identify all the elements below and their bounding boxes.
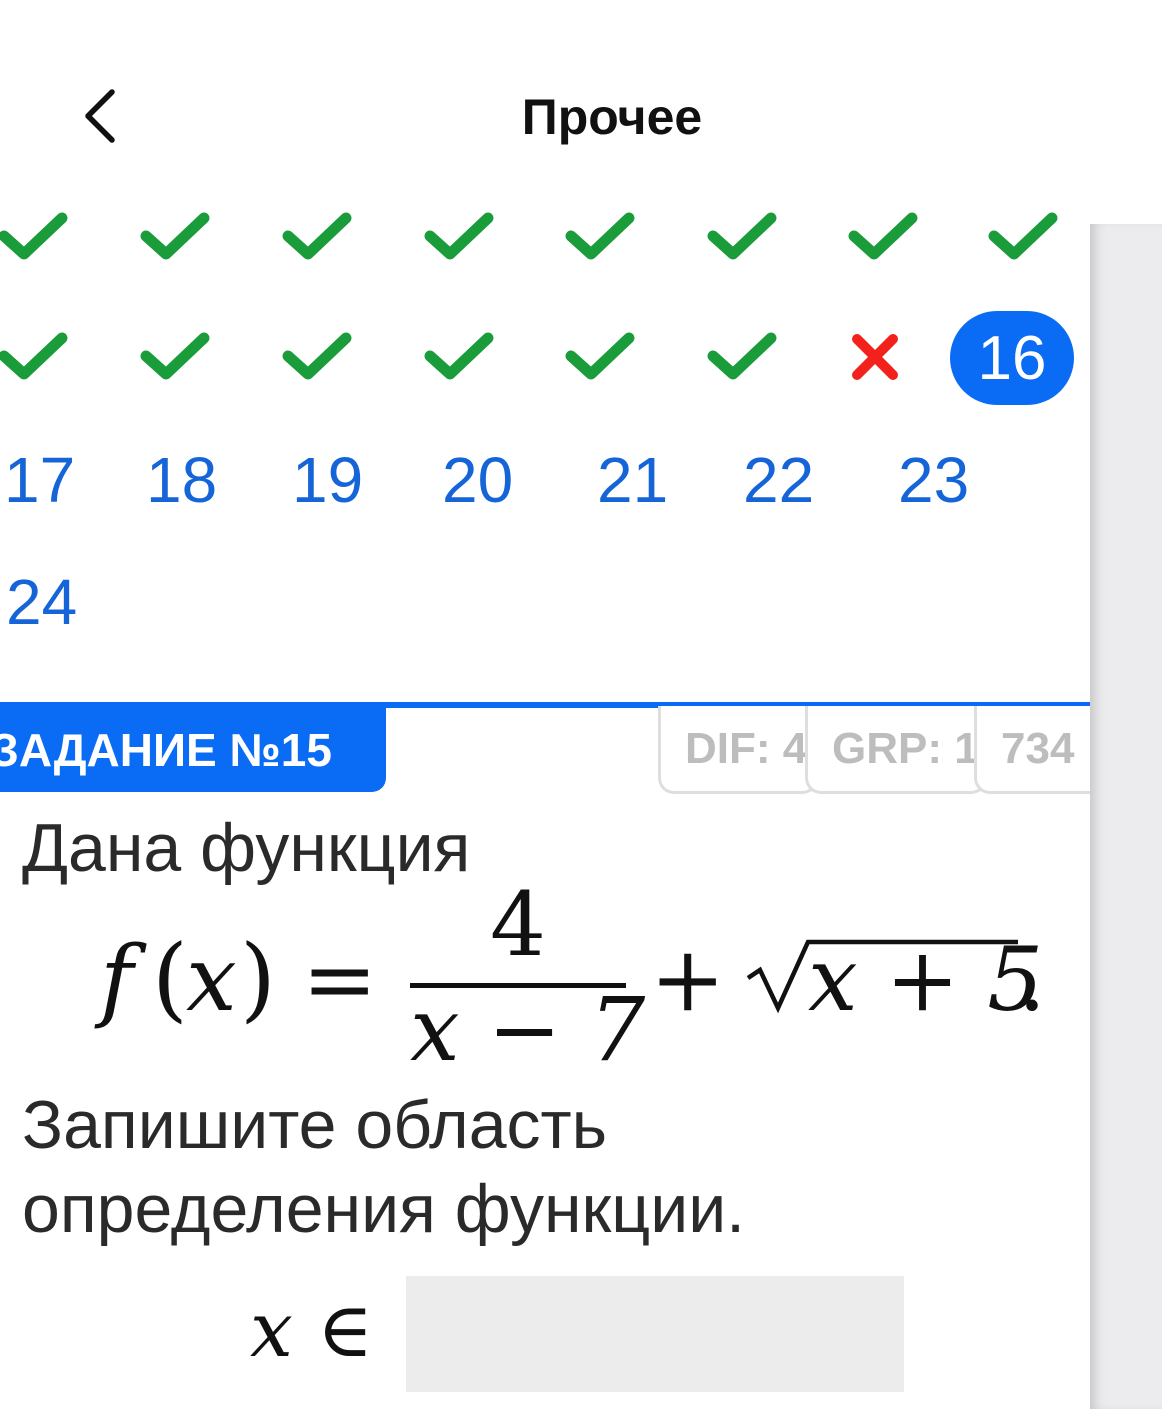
check-icon bbox=[707, 332, 777, 380]
task-cell-13[interactable] bbox=[545, 312, 655, 402]
task-cell-2[interactable] bbox=[120, 192, 230, 282]
task-cell-23[interactable]: 23 bbox=[898, 448, 969, 512]
check-icon bbox=[0, 332, 68, 380]
task-cell-19[interactable]: 19 bbox=[292, 448, 363, 512]
task-cell-4[interactable] bbox=[404, 192, 514, 282]
task-cell-18[interactable]: 18 bbox=[146, 448, 217, 512]
check-icon bbox=[988, 212, 1058, 260]
task-cell-9[interactable] bbox=[0, 312, 88, 402]
task-cell-10[interactable] bbox=[120, 312, 230, 402]
task-cell-24[interactable]: 24 bbox=[6, 570, 77, 634]
task-cell-6[interactable] bbox=[687, 192, 797, 282]
check-icon bbox=[282, 332, 352, 380]
formula-open-paren: ( bbox=[152, 925, 188, 1032]
task-cell-5[interactable] bbox=[545, 192, 655, 282]
check-icon bbox=[424, 212, 494, 260]
difficulty-badge: DIF: 4 bbox=[658, 706, 818, 794]
check-icon bbox=[140, 332, 210, 380]
check-icon bbox=[707, 212, 777, 260]
check-icon bbox=[565, 212, 635, 260]
formula-radicand: x + 5 bbox=[808, 928, 1043, 1031]
formula-equals: = bbox=[302, 927, 377, 1032]
task-cell-current[interactable]: 16 bbox=[950, 311, 1074, 405]
formula-f: f bbox=[94, 927, 147, 1032]
task-grid-row-2 bbox=[0, 312, 1090, 412]
task-cell-11[interactable] bbox=[262, 312, 372, 402]
domain-label: x ∈ bbox=[250, 1290, 373, 1374]
formula-close-paren: ) bbox=[240, 925, 276, 1032]
task-cell-7[interactable] bbox=[828, 192, 938, 282]
task-cell-15[interactable] bbox=[820, 312, 930, 402]
check-icon bbox=[565, 332, 635, 380]
cross-icon bbox=[852, 334, 898, 380]
function-formula: f ( x ) = 4 x − 7 + x + 5 . bbox=[94, 880, 1046, 1080]
page-title: Прочее bbox=[521, 89, 703, 145]
formula-period: . bbox=[1018, 928, 1046, 1031]
task-grid-row-1 bbox=[0, 192, 1090, 292]
task-cell-8[interactable] bbox=[968, 192, 1078, 282]
domain-label-text: x ∈ bbox=[250, 1290, 373, 1374]
task-number-tab: ЗАДАНИЕ №15 bbox=[0, 708, 386, 792]
formula-denominator: x − 7 bbox=[410, 978, 645, 1080]
answer-input[interactable] bbox=[406, 1276, 904, 1392]
formula-plus: + bbox=[650, 927, 725, 1032]
task-cell-14[interactable] bbox=[687, 312, 797, 402]
problem-intro: Дана функция bbox=[22, 810, 471, 886]
formula-numerator: 4 bbox=[490, 880, 546, 976]
task-cell-1[interactable] bbox=[0, 192, 88, 282]
check-icon bbox=[424, 332, 494, 380]
side-panel bbox=[1090, 224, 1162, 1409]
question-line-1: Запишите область bbox=[22, 1087, 608, 1163]
task-cell-21[interactable]: 21 bbox=[597, 448, 668, 512]
check-icon bbox=[140, 212, 210, 260]
check-icon bbox=[848, 212, 918, 260]
task-id-badge: 734 bbox=[974, 706, 1090, 794]
task-cell-22[interactable]: 22 bbox=[743, 448, 814, 512]
group-badge: GRP: 1 bbox=[805, 706, 987, 794]
task-cell-20[interactable]: 20 bbox=[442, 448, 513, 512]
check-icon bbox=[282, 212, 352, 260]
task-number-label: ЗАДАНИЕ №15 bbox=[0, 724, 332, 776]
task-cell-12[interactable] bbox=[404, 312, 514, 402]
task-cell-17[interactable]: 17 bbox=[4, 448, 75, 512]
formula-x: x bbox=[186, 927, 237, 1032]
question-line-2: определения функции. bbox=[22, 1171, 746, 1247]
task-cell-3[interactable] bbox=[262, 192, 372, 282]
check-icon bbox=[0, 212, 68, 260]
